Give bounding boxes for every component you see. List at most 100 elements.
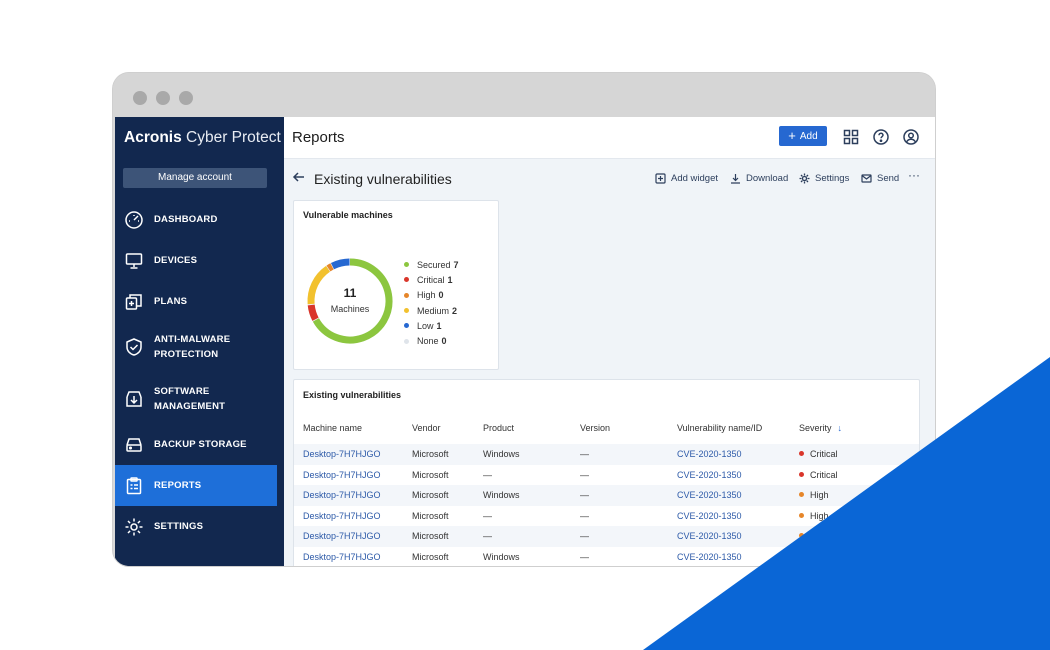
grid-icon[interactable] <box>842 128 860 146</box>
machine-link[interactable]: Desktop-7H7HJGO <box>303 511 381 521</box>
widget-title: Vulnerable machines <box>303 210 393 220</box>
sidebar-item-reports[interactable]: REPORTS <box>115 465 277 506</box>
legend-value: 2 <box>452 305 458 316</box>
table-row[interactable]: Desktop-7H7HJGO Microsoft — — CVE-2020-1… <box>294 465 919 486</box>
column-header-product[interactable]: Product <box>483 423 514 433</box>
severity-dot <box>799 471 804 477</box>
sidebar-item-devices[interactable]: DEVICES <box>115 240 277 281</box>
vulnerability-link[interactable]: CVE-2020-1350 <box>677 552 742 562</box>
column-header-version[interactable]: Version <box>580 423 610 433</box>
severity-dot <box>799 451 804 456</box>
add-widget-button[interactable]: Add widget <box>655 173 718 184</box>
sidebar-item-label: BACKUP STORAGE <box>154 439 247 450</box>
severity-label: High <box>810 510 829 521</box>
table-row[interactable]: Desktop-7H7HJGO Microsoft Windows — CVE-… <box>294 444 919 465</box>
donut-segment-high <box>326 263 334 272</box>
table-row[interactable]: Desktop-7H7HJGO Microsoft Windows — CVE-… <box>294 485 919 506</box>
column-header-machine[interactable]: Machine name <box>303 423 362 433</box>
table-header: Machine name Vendor Product Version Vuln… <box>294 414 919 444</box>
more-options-icon[interactable]: ··· <box>908 168 920 182</box>
user-avatar-icon[interactable] <box>902 128 920 146</box>
legend-value: 0 <box>441 336 447 347</box>
sidebar-item-software-management[interactable]: SOFTWARE MANAGEMENT <box>115 374 277 424</box>
sidebar-item-backup-storage[interactable]: BACKUP STORAGE <box>115 424 277 465</box>
plans-icon <box>123 291 145 313</box>
vulnerable-machines-widget: Vulnerable machines 11 Machines Secured 7… <box>293 200 499 370</box>
version-cell: — <box>580 551 589 562</box>
machine-link[interactable]: Desktop-7H7HJGO <box>303 552 381 562</box>
settings-button[interactable]: Settings <box>799 173 849 184</box>
sidebar-item-settings[interactable]: SETTINGS <box>115 506 277 547</box>
column-header-vendor[interactable]: Vendor <box>412 423 441 433</box>
vulnerability-link[interactable]: CVE-2020-1350 <box>677 470 742 480</box>
legend-value: 0 <box>438 290 444 301</box>
vulnerability-link[interactable]: CVE-2020-1350 <box>677 490 742 500</box>
help-icon[interactable] <box>872 128 890 146</box>
sidebar-item-dashboard[interactable]: DASHBOARD <box>115 199 277 240</box>
window-dot-icon[interactable] <box>179 91 193 105</box>
sidebar-item-label: SETTINGS <box>154 521 204 532</box>
severity-dot <box>799 533 804 538</box>
sidebar: Acronis Cyber Protect Manage account DAS… <box>115 117 284 566</box>
sidebar-item-anti-malware[interactable]: ANTI-MALWARE PROTECTION <box>115 322 277 372</box>
legend-value: 7 <box>453 259 459 270</box>
window-dot-icon[interactable] <box>133 91 147 105</box>
legend-label: High <box>417 290 436 301</box>
sidebar-item-label: SOFTWARE MANAGEMENT <box>154 386 226 412</box>
sidebar-item-plans[interactable]: PLANS <box>115 281 277 322</box>
table-row[interactable]: Desktop-7H7HJGO Microsoft — — CVE-2020-1… <box>294 526 919 547</box>
download-label: Download <box>746 173 789 184</box>
manage-account-button[interactable]: Manage account <box>123 168 267 188</box>
send-button[interactable]: Send <box>861 173 899 184</box>
vulnerability-link[interactable]: CVE-2020-1350 <box>677 511 742 521</box>
legend-item-low: Low 1 <box>404 318 459 333</box>
severity-label: High <box>810 490 829 500</box>
settings-gear-icon <box>799 173 810 184</box>
back-arrow-icon[interactable] <box>292 170 306 184</box>
gear-icon <box>123 516 145 538</box>
download-button[interactable]: Download <box>730 173 788 184</box>
machine-link[interactable]: Desktop-7H7HJGO <box>303 470 381 480</box>
donut-total: 11 <box>343 286 357 300</box>
clipboard-icon <box>123 475 145 497</box>
machine-link[interactable]: Desktop-7H7HJGO <box>303 531 381 541</box>
version-cell: — <box>580 449 589 459</box>
vulnerability-link[interactable]: CVE-2020-1350 <box>677 449 742 459</box>
download-box-icon <box>123 388 145 410</box>
table-row[interactable]: Desktop-7H7HJGO Microsoft — — CVE-2020-1… <box>294 506 919 527</box>
severity-dot <box>799 492 804 497</box>
machine-link[interactable]: Desktop-7H7HJGO <box>303 490 381 500</box>
report-header: Existing vulnerabilities Add widget Down… <box>284 159 935 195</box>
column-header-vulnerability[interactable]: Vulnerability name/ID <box>677 423 762 433</box>
severity-label: Critical <box>810 449 838 459</box>
legend-item-high: High 0 <box>404 288 459 303</box>
window-titlebar <box>113 73 935 117</box>
vendor-cell: Microsoft <box>412 531 449 541</box>
column-header-severity[interactable]: Severity ↓ <box>799 423 842 433</box>
gauge-icon <box>123 209 145 231</box>
send-label: Send <box>877 173 900 184</box>
table-row[interactable]: Desktop-7H7HJGO Microsoft Windows — CVE-… <box>294 547 919 567</box>
legend-value: 1 <box>436 320 442 331</box>
donut-total-label: Machines <box>330 304 370 314</box>
version-cell: — <box>580 490 589 500</box>
window-dot-icon[interactable] <box>156 91 170 105</box>
vendor-cell: Microsoft <box>412 490 449 500</box>
legend-label: None <box>417 336 439 347</box>
brand-product: Cyber Protect <box>181 129 281 146</box>
severity-cell: High <box>799 511 829 521</box>
legend-value: 1 <box>447 274 453 285</box>
severity-header-label: Severity <box>799 423 832 433</box>
vulnerability-link[interactable]: CVE-2020-1350 <box>677 531 742 541</box>
machine-link[interactable]: Desktop-7H7HJGO <box>303 449 381 459</box>
product-cell: — <box>483 531 492 541</box>
plus-icon: + <box>788 128 796 143</box>
version-cell: — <box>580 510 589 521</box>
add-button[interactable]: + Add <box>779 126 827 146</box>
sidebar-item-label: DEVICES <box>154 255 198 266</box>
severity-cell <box>799 531 810 541</box>
storage-icon <box>123 434 145 456</box>
vendor-cell: Microsoft <box>412 469 449 480</box>
severity-label: Critical <box>810 469 838 480</box>
product-cell: Windows <box>483 490 520 500</box>
